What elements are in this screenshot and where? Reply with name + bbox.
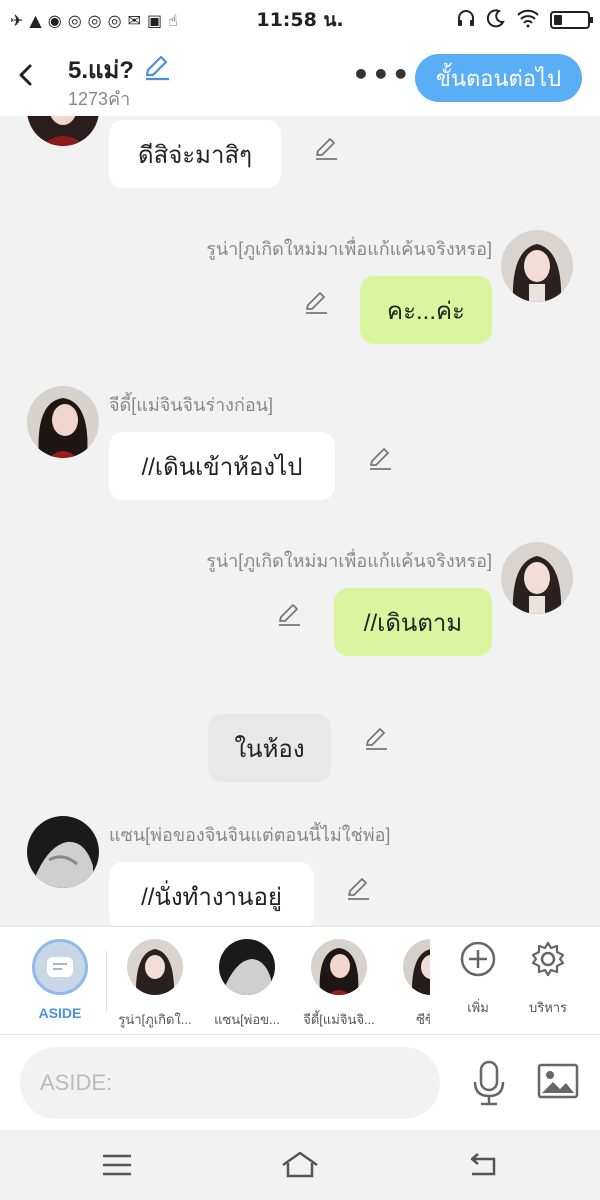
gidi-avatar (27, 116, 99, 146)
pencil-icon (316, 138, 337, 160)
character-item[interactable]: ซีซี้[แ (386, 939, 430, 1030)
edit-title-button[interactable] (142, 52, 172, 82)
next-step-button[interactable]: ขั้นตอนต่อไป (415, 54, 582, 102)
avatar (403, 939, 430, 995)
chevron-left-icon (19, 64, 32, 86)
pencil-icon (348, 878, 369, 900)
zen-avatar (219, 939, 275, 995)
pencil-icon (279, 604, 300, 626)
pencil-icon (306, 292, 327, 314)
menu-nav-button[interactable] (100, 1150, 140, 1180)
cici-avatar (403, 939, 430, 995)
input-bar (0, 1034, 600, 1130)
character-item[interactable]: แซน[พ่อข... (202, 939, 292, 1030)
chat-bubble-icon (47, 957, 73, 977)
microphone-icon (473, 1060, 505, 1106)
pencil-icon (370, 448, 391, 470)
edit-message-button[interactable] (312, 134, 340, 162)
message-bubble[interactable]: //นั่งทำงานอยู่ (109, 862, 314, 926)
edit-message-button[interactable] (344, 874, 372, 902)
speaker-name: รูน่า[ภูเกิดใหม่มาเพื่อแก้แค้นจริงหรอ] (206, 551, 492, 571)
divider (106, 951, 107, 1011)
speaker-name: แซน[พ่อของจินจินแต่ตอนนี้ไม่ใช่พ่อ] (109, 825, 391, 845)
system-nav-bar (0, 1130, 600, 1200)
gear-icon (531, 941, 565, 977)
narration-bubble[interactable]: ในห้อง (208, 714, 331, 782)
character-name: จีดี้[แม่จินจิ... (303, 1012, 375, 1027)
speaker-name: จีดี้[แม่จินจินร่างก่อน] (109, 395, 273, 415)
avatar[interactable] (501, 542, 573, 614)
hamburger-icon (103, 1154, 131, 1176)
runa-avatar (501, 542, 573, 614)
battery-icon (550, 11, 593, 29)
return-icon (470, 1153, 496, 1176)
message-bubble[interactable]: คะ...ค่ะ (360, 276, 492, 344)
speaker-name: รูน่า[ภูเกิดใหม่มาเพื่อแก้แค้นจริงหรอ] (206, 239, 492, 259)
edit-message-button[interactable] (302, 288, 330, 316)
chat-area[interactable]: ดีสิจ่ะมาสิๆ รูน่า[ภูเกิดใหม่มาเพื่อแก้แ… (0, 116, 600, 926)
status-time: 11:58 น. (256, 9, 344, 31)
runa-avatar (501, 230, 573, 302)
character-name: ซีซี้[แ (416, 1012, 430, 1027)
character-item[interactable]: จีดี้[แม่จินจิ... (294, 939, 384, 1030)
gidi-avatar (27, 386, 99, 458)
avatar (311, 939, 367, 995)
character-bar: ASIDE รูน่า[ภูเกิดใ... แซน[พ่อข... จีดี้… (0, 926, 600, 1034)
manage-characters-button[interactable]: บริหาร (518, 939, 578, 1018)
plus-circle-icon (460, 941, 496, 977)
avatar[interactable] (27, 816, 99, 888)
zen-avatar (27, 816, 99, 888)
message-input[interactable] (20, 1047, 440, 1119)
message-bubble[interactable]: //เดินตาม (334, 588, 492, 656)
chat-header: 5.แม่? 1273คำ ••• ขั้นตอนต่อไป (0, 40, 600, 116)
avatar[interactable] (27, 386, 99, 458)
edit-message-button[interactable] (362, 724, 390, 752)
add-label: เพิ่ม (467, 1000, 489, 1015)
add-character-button[interactable]: เพิ่ม (448, 939, 508, 1018)
more-options-button[interactable]: ••• (352, 58, 412, 91)
message-bubble[interactable]: ดีสิจ่ะมาสิๆ (109, 120, 281, 188)
aside-label: ASIDE (38, 1005, 82, 1021)
character-item[interactable]: รูน่า[ภูเกิดใ... (110, 939, 200, 1030)
pencil-icon (366, 728, 387, 750)
back-nav-button[interactable] (466, 1150, 506, 1180)
avatar[interactable] (501, 230, 573, 302)
gidi-avatar (311, 939, 367, 995)
insert-image-button[interactable] (536, 1061, 580, 1101)
voice-input-button[interactable] (468, 1059, 510, 1107)
status-bar: ✈ ▲ ◉ ◎ ◎ ◎ ✉ ▣ ☝ 11:58 น. (0, 0, 600, 40)
aside-button[interactable] (32, 939, 88, 995)
word-count: 1273คำ (68, 89, 131, 109)
home-nav-button[interactable] (280, 1150, 320, 1180)
message-bubble[interactable]: //เดินเข้าห้องไป (109, 432, 335, 500)
edit-message-button[interactable] (275, 600, 303, 628)
avatar[interactable] (27, 116, 99, 146)
avatar (127, 939, 183, 995)
manage-label: บริหาร (528, 1000, 568, 1015)
pencil-icon (145, 55, 169, 81)
home-icon (282, 1151, 318, 1178)
character-name: รูน่า[ภูเกิดใ... (118, 1012, 192, 1027)
avatar (219, 939, 275, 995)
character-list[interactable]: รูน่า[ภูเกิดใ... แซน[พ่อข... จีดี้[แม่จิ… (110, 927, 430, 1035)
runa-avatar (127, 939, 183, 995)
image-icon (537, 1063, 579, 1099)
back-button[interactable] (14, 60, 40, 90)
character-name: แซน[พ่อข... (214, 1012, 280, 1027)
edit-message-button[interactable] (366, 444, 394, 472)
